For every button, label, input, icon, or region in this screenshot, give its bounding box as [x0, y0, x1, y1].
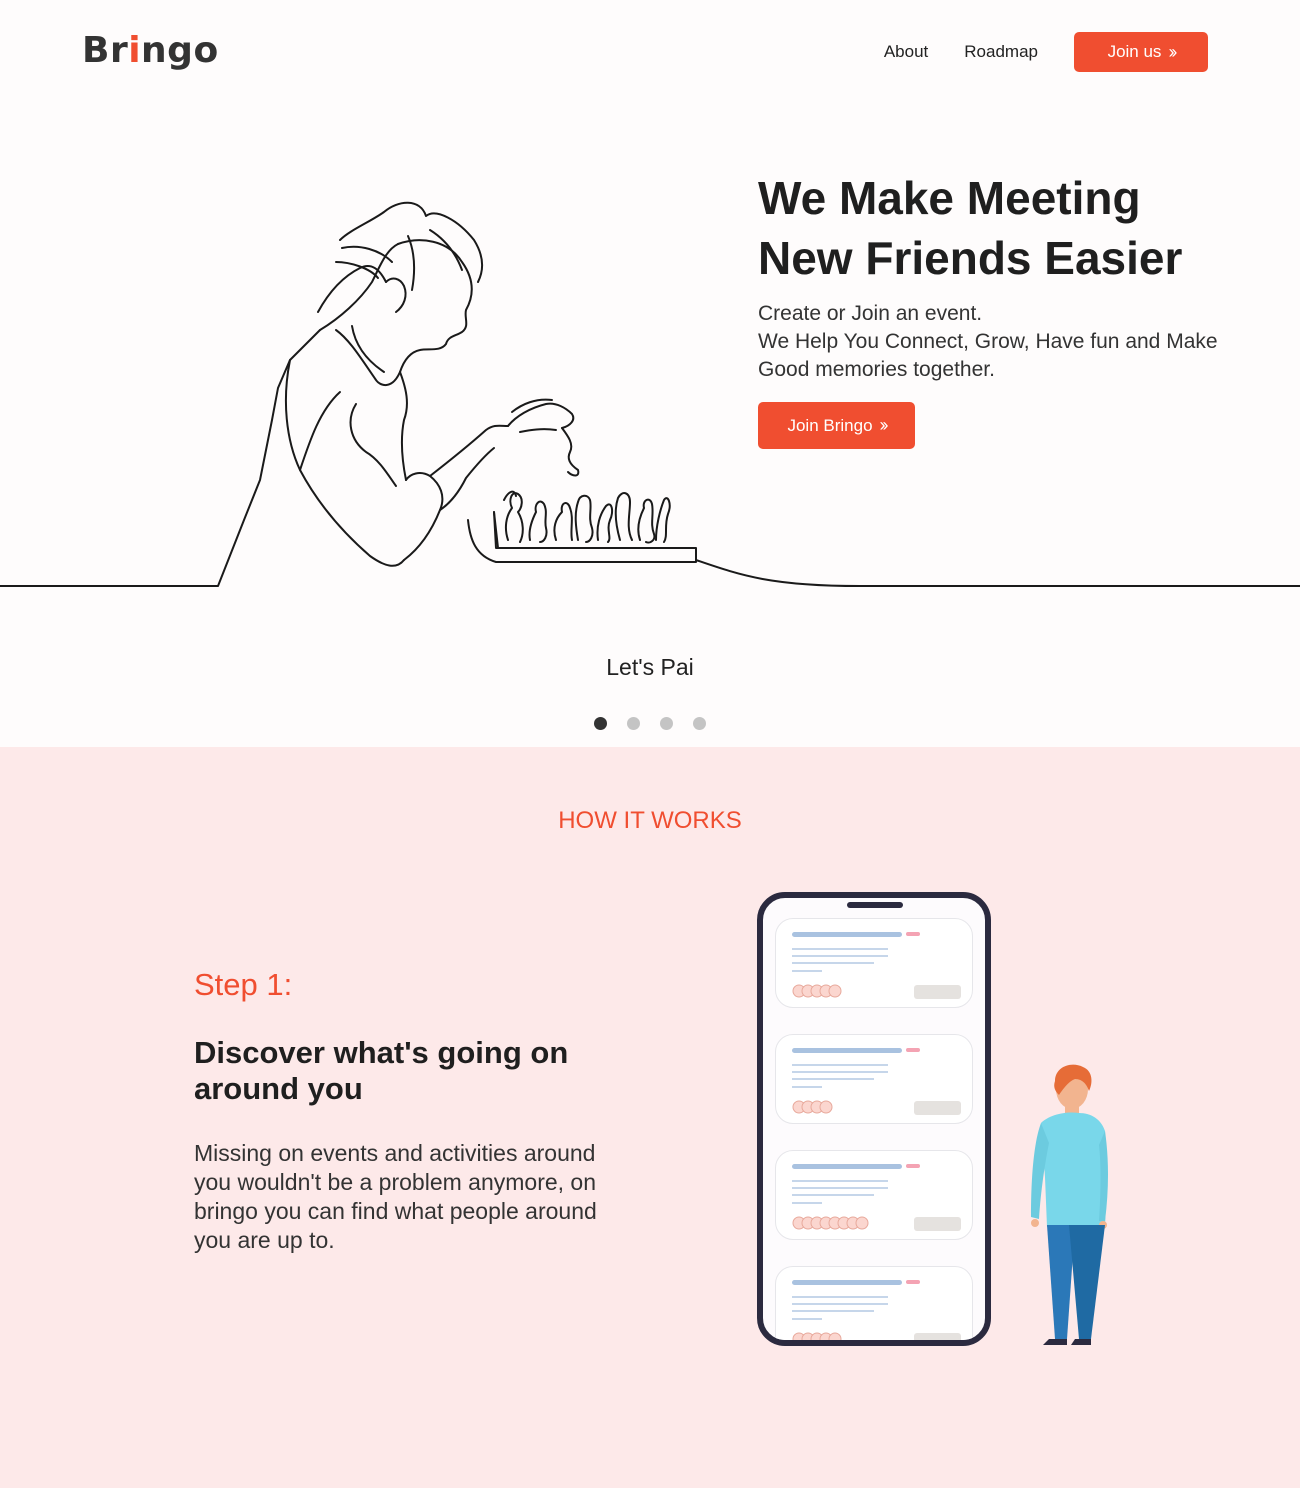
event-card-graphic	[792, 932, 961, 999]
hero-subtitle-line-1: Create or Join an event.	[758, 302, 983, 325]
event-card	[775, 1266, 973, 1340]
event-card	[775, 1034, 973, 1124]
hero-title: We Make Meeting New Friends Easier	[758, 168, 1228, 288]
carousel-dot-2[interactable]	[627, 717, 640, 730]
how-it-works-title: HOW IT WORKS	[558, 807, 742, 834]
hero-title-line-1: We Make Meeting	[758, 172, 1141, 224]
event-card-graphic	[792, 1048, 961, 1115]
logo-text-suffix: ngo	[141, 30, 219, 71]
event-card	[775, 918, 973, 1008]
nav-roadmap-link[interactable]: Roadmap	[964, 42, 1038, 62]
step-description: Missing on events and activities around …	[194, 1140, 597, 1253]
carousel-dot-1[interactable]	[594, 717, 607, 730]
event-card	[775, 1150, 973, 1240]
hero-subtitle: Create or Join an event. We Help You Con…	[758, 300, 1228, 384]
phone-notch	[847, 902, 903, 908]
join-us-button[interactable]: Join us ››	[1074, 32, 1208, 72]
join-us-label: Join us	[1107, 42, 1162, 61]
hero-subtitle-line-2: We Help You Connect, Grow, Have fun and …	[758, 330, 1218, 381]
carousel-caption: Let's Pai	[606, 654, 694, 680]
logo[interactable]: Bringo	[82, 29, 219, 73]
carousel-dot-3[interactable]	[660, 717, 673, 730]
join-bringo-button[interactable]: Join Bringo ››	[758, 402, 915, 449]
logo-text-prefix: Br	[82, 30, 129, 71]
double-chevron-right-icon: ››	[879, 415, 889, 435]
step-label: Step 1:	[194, 967, 293, 1002]
hero-title-line-2: New Friends Easier	[758, 232, 1183, 284]
double-chevron-right-icon: ››	[1168, 41, 1177, 62]
step-title: Discover what's going on around you	[194, 1035, 569, 1106]
phone-illustration	[757, 892, 991, 1346]
carousel-dot-4[interactable]	[693, 717, 706, 730]
hero-text: We Make Meeting New Friends Easier Creat…	[758, 168, 1228, 449]
how-it-works-section: HOW IT WORKS Step 1: Discover what's goi…	[0, 747, 1300, 1488]
event-card-graphic	[792, 1280, 961, 1340]
join-bringo-label: Join Bringo	[787, 415, 873, 435]
top-nav: About Roadmap Join us ››	[884, 32, 1208, 72]
logo-text-accent: i	[128, 30, 142, 71]
nav-about-link[interactable]: About	[884, 42, 928, 62]
person-illustration	[1031, 1064, 1108, 1345]
carousel-dots	[0, 717, 1300, 730]
event-card-graphic	[792, 1164, 961, 1231]
